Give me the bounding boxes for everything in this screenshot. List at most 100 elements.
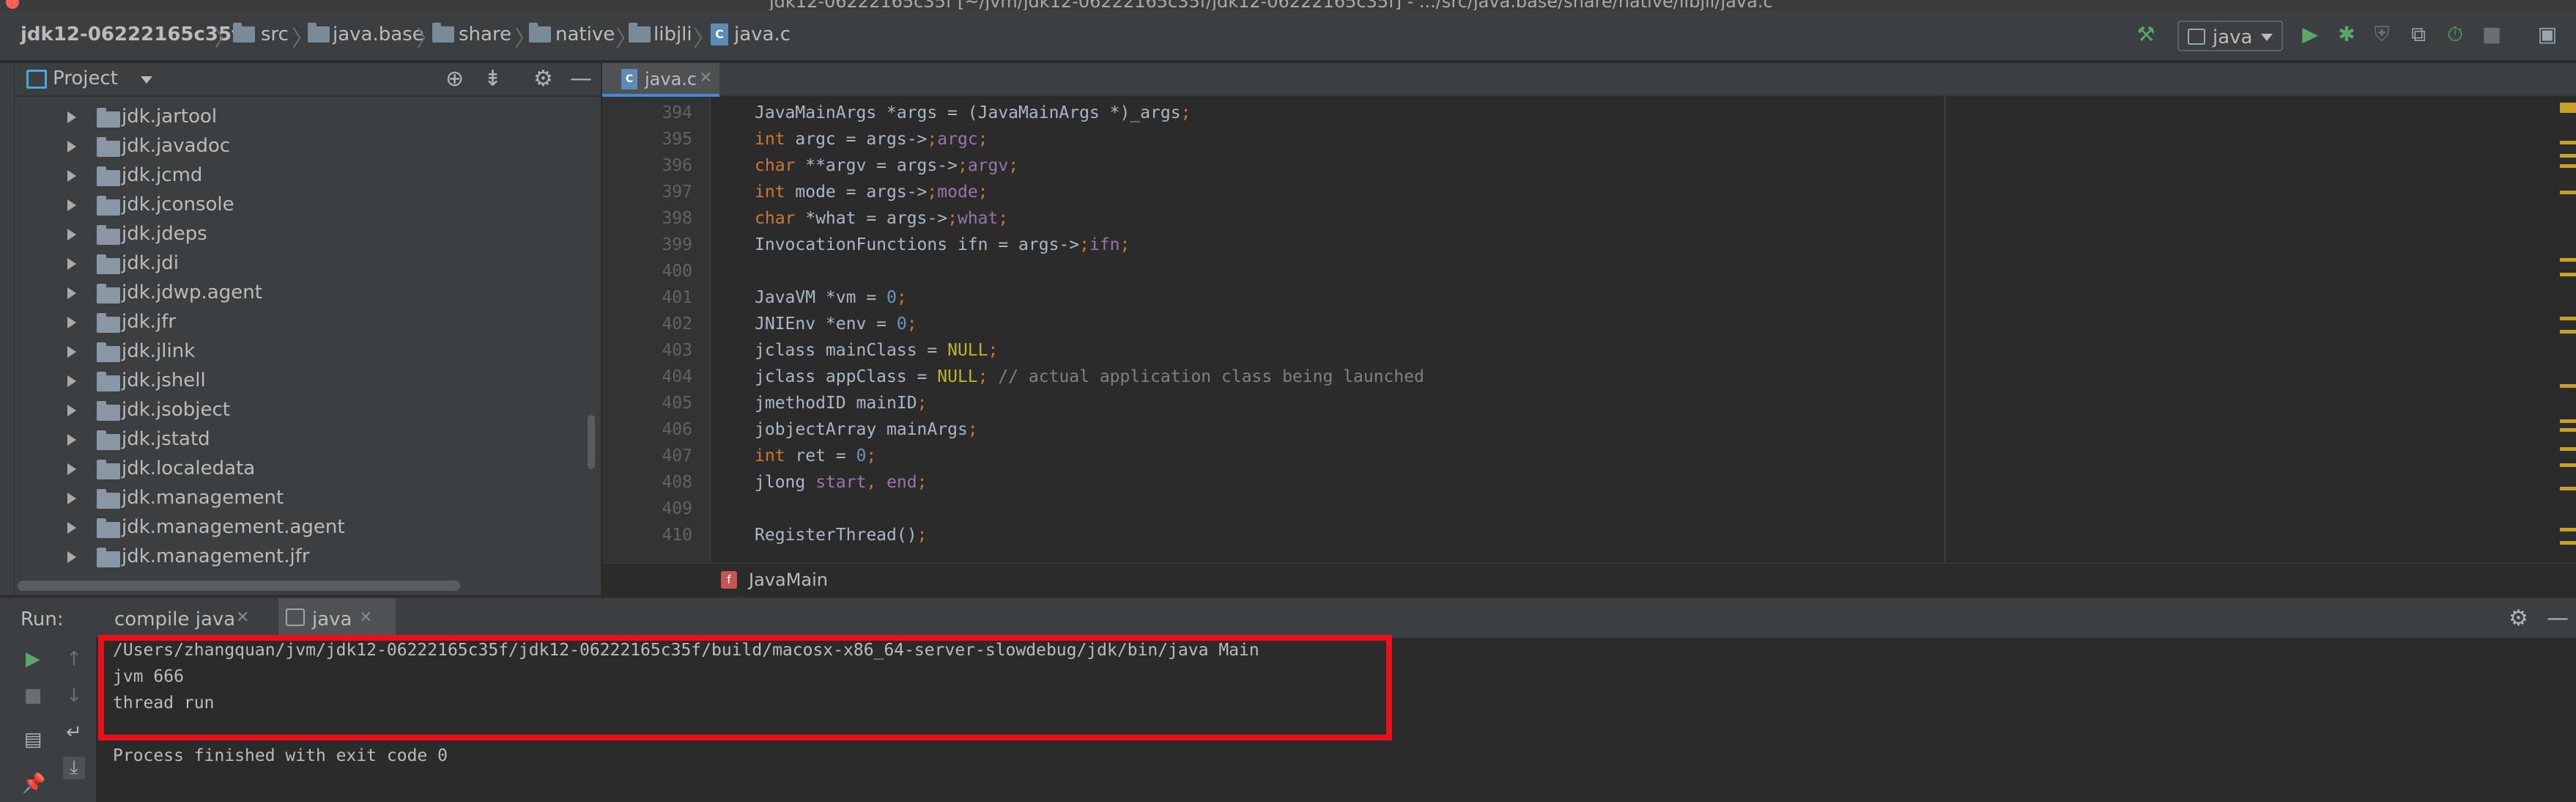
inspection-marker[interactable] [2560, 541, 2576, 545]
expand-arrow-icon[interactable] [67, 434, 76, 446]
tree-item[interactable]: jdk.javadoc [15, 132, 601, 161]
expand-arrow-icon[interactable] [67, 375, 76, 387]
close-tab-icon[interactable]: ✕ [236, 608, 249, 627]
error-stripe[interactable] [2560, 97, 2576, 563]
tree-item[interactable]: jdk.jcmd [15, 161, 601, 191]
project-icon [26, 70, 47, 89]
inspection-marker[interactable] [2560, 164, 2576, 168]
stop-icon[interactable]: ■ [22, 685, 44, 707]
gear-icon[interactable]: ⚙ [2509, 606, 2528, 631]
breadcrumb-src[interactable]: src [261, 23, 289, 45]
close-window-icon[interactable] [6, 0, 19, 9]
collapse-all-icon[interactable]: ⇟ [484, 66, 502, 92]
expand-arrow-icon[interactable] [67, 141, 76, 152]
project-panel-title[interactable]: Project [53, 67, 118, 89]
tree-item[interactable]: jdk.jartool [15, 103, 601, 132]
tree-item[interactable]: jdk.jsobject [15, 396, 601, 425]
expand-arrow-icon[interactable] [67, 551, 76, 563]
tree-item[interactable]: jdk.localedata [15, 455, 601, 484]
breadcrumb-native[interactable]: native [555, 23, 615, 45]
up-arrow-icon[interactable]: ↑ [63, 648, 85, 670]
expand-arrow-icon[interactable] [67, 287, 76, 299]
line-number: 399 [662, 235, 692, 254]
inspection-marker[interactable] [2560, 191, 2576, 194]
run-configuration-dropdown[interactable]: java [2177, 21, 2283, 51]
expand-arrow-icon[interactable] [67, 463, 76, 475]
build-hammer-icon[interactable]: ⚒ [2133, 22, 2158, 47]
expand-arrow-icon[interactable] [67, 405, 76, 416]
tree-item[interactable]: jdk.jdi [15, 249, 601, 279]
expand-arrow-icon[interactable] [67, 170, 76, 182]
tree-item[interactable]: jdk.jdeps [15, 220, 601, 249]
coverage-icon[interactable]: ⛨ [2369, 22, 2394, 47]
inspection-marker[interactable] [2560, 528, 2576, 531]
chevron-down-icon[interactable] [141, 76, 152, 84]
scroll-to-end-icon[interactable]: ⤓ [63, 757, 85, 779]
project-vertical-scrollbar[interactable] [588, 415, 595, 469]
c-file-icon: C [711, 23, 728, 45]
inspection-marker[interactable] [2560, 330, 2576, 334]
tree-item[interactable]: jdk.management.agent [15, 513, 601, 542]
expand-arrow-icon[interactable] [67, 522, 76, 534]
expand-arrow-icon[interactable] [67, 111, 76, 123]
expand-arrow-icon[interactable] [67, 229, 76, 240]
tree-item[interactable]: jdk.jstatd [15, 425, 601, 455]
close-tab-icon[interactable]: ✕ [359, 608, 372, 627]
expand-arrow-icon[interactable] [67, 258, 76, 270]
inspection-marker[interactable] [2560, 487, 2576, 490]
close-tab-icon[interactable]: ✕ [699, 69, 712, 87]
code-line: InvocationFunctions ifn = args->;ifn; [755, 235, 1130, 254]
stop-icon[interactable]: ■ [2479, 22, 2504, 47]
tree-item[interactable]: jdk.jlink [15, 337, 601, 367]
function-breadcrumb[interactable]: JavaMain [749, 570, 828, 590]
inspection-marker[interactable] [2560, 258, 2576, 262]
attach-profiler-icon[interactable]: ⏱ [2443, 22, 2468, 47]
code-editor[interactable]: JavaMainArgs *args = (JavaMainArgs *)_ar… [711, 97, 2560, 563]
module-folder-icon [97, 137, 120, 157]
breadcrumb-share[interactable]: share [459, 23, 511, 45]
run-tab-compile-java[interactable]: compile java ✕ [82, 598, 258, 639]
expand-arrow-icon[interactable] [67, 199, 76, 211]
module-folder-icon [97, 401, 120, 421]
tree-item[interactable]: jdk.jshell [15, 367, 601, 396]
tree-item[interactable]: jdk.management.jfr [15, 542, 601, 572]
inspection-marker[interactable] [2560, 273, 2576, 276]
hide-panel-icon[interactable]: — [570, 66, 592, 92]
run-tab-java[interactable]: java ✕ [278, 598, 396, 639]
pin-icon[interactable]: 📌 [22, 773, 45, 795]
expand-arrow-icon[interactable] [67, 317, 76, 328]
profile-icon[interactable]: ⧉ [2406, 22, 2431, 47]
inspection-marker[interactable] [2560, 463, 2576, 467]
tree-item[interactable]: jdk.jfr [15, 308, 601, 337]
tree-item[interactable]: jdk.management [15, 484, 601, 513]
tab-java-c[interactable]: C java.c ✕ [602, 63, 719, 97]
expand-arrow-icon[interactable] [67, 493, 76, 504]
project-horizontal-scrollbar[interactable] [18, 581, 460, 591]
locate-target-icon[interactable]: ⊕ [445, 66, 464, 92]
project-structure-icon[interactable]: ▣ [2535, 22, 2560, 47]
inspection-marker[interactable] [2560, 419, 2576, 423]
run-icon[interactable]: ▶ [2298, 22, 2323, 47]
inspection-marker[interactable] [2560, 317, 2576, 320]
breadcrumb-file[interactable]: java.c [734, 23, 791, 45]
down-arrow-icon[interactable]: ↓ [63, 685, 85, 707]
inspection-marker[interactable] [2560, 103, 2576, 113]
inspection-marker[interactable] [2560, 447, 2576, 451]
layout-icon[interactable]: ▤ [22, 729, 44, 751]
debug-icon[interactable]: ✱ [2334, 22, 2359, 47]
inspection-marker[interactable] [2560, 428, 2576, 432]
hide-panel-icon[interactable]: — [2547, 606, 2569, 631]
left-tool-strip[interactable] [0, 63, 15, 595]
gear-icon[interactable]: ⚙ [533, 66, 553, 92]
expand-arrow-icon[interactable] [67, 346, 76, 358]
breadcrumb-project[interactable]: jdk12-06222165c35f [21, 23, 240, 45]
tree-item[interactable]: jdk.jconsole [15, 191, 601, 220]
tree-item[interactable]: jdk.jdwp.agent [15, 279, 601, 308]
rerun-icon[interactable]: ▶ [22, 648, 44, 670]
inspection-marker[interactable] [2560, 154, 2576, 158]
breadcrumb-libjli[interactable]: libjli [654, 23, 692, 45]
inspection-marker[interactable] [2560, 141, 2576, 144]
breadcrumb-java-base[interactable]: java.base [333, 23, 424, 45]
soft-wrap-icon[interactable]: ↵ [63, 721, 85, 743]
inspection-marker[interactable] [2560, 384, 2576, 388]
